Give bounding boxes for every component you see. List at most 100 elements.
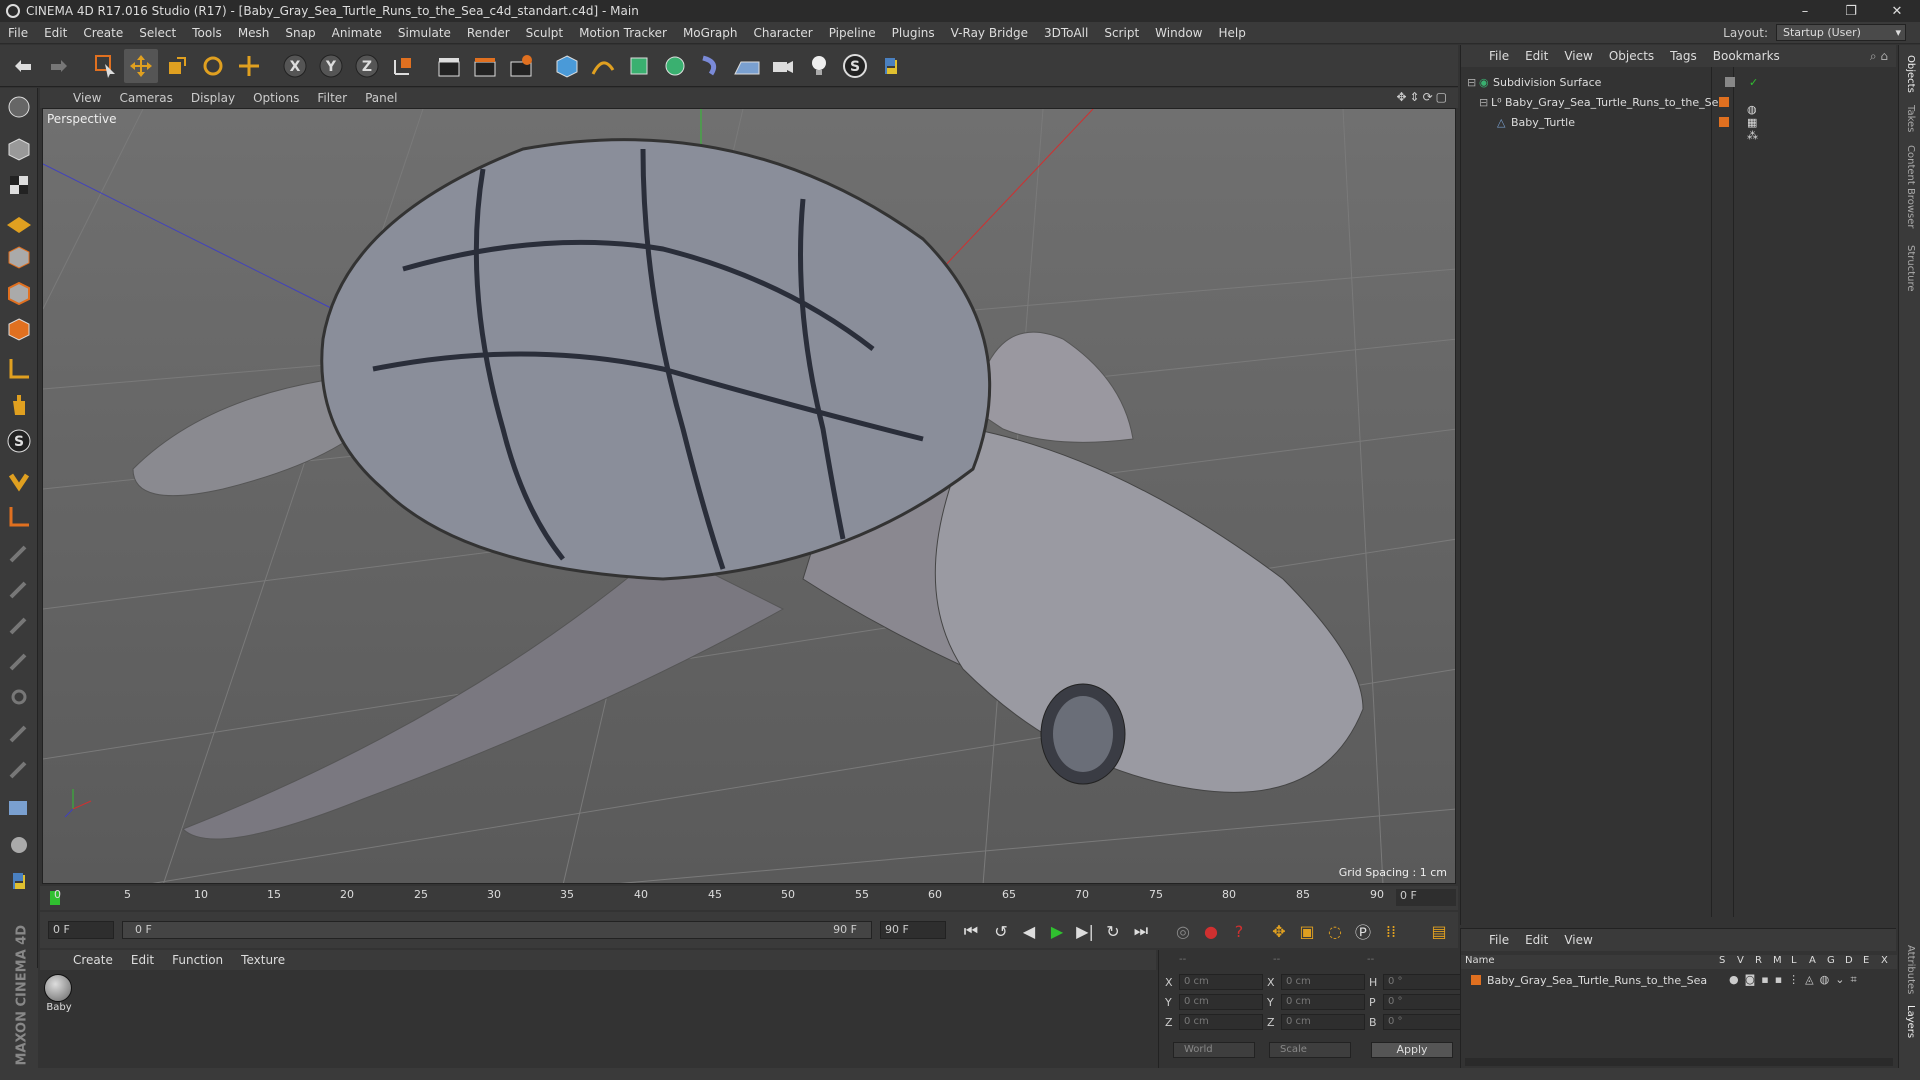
- enabled-check-icon[interactable]: ✓: [1749, 76, 1758, 89]
- python-button[interactable]: [874, 49, 908, 83]
- menu-vray-bridge[interactable]: V-Ray Bridge: [943, 26, 1036, 40]
- cube-object-button[interactable]: [550, 49, 584, 83]
- size-z-field[interactable]: 0 cm: [1281, 1014, 1365, 1030]
- apply-button[interactable]: Apply: [1371, 1042, 1453, 1058]
- menu-file[interactable]: File: [0, 26, 36, 40]
- layer-menu-view[interactable]: View: [1556, 933, 1600, 947]
- transform-tool-button[interactable]: [232, 49, 266, 83]
- key-off-button[interactable]: ◎: [1170, 918, 1196, 944]
- layer-row[interactable]: Baby_Gray_Sea_Turtle_Runs_to_the_Sea ●◙▪…: [1471, 971, 1857, 989]
- brush-tool-3[interactable]: [2, 608, 36, 642]
- workplane-mode-button[interactable]: [2, 204, 36, 238]
- coordinate-system-button[interactable]: [386, 49, 420, 83]
- deformer-button[interactable]: [694, 49, 728, 83]
- light-button[interactable]: [802, 49, 836, 83]
- sculpt-button[interactable]: [2, 828, 36, 862]
- current-frame-field[interactable]: 0 F: [1396, 889, 1456, 906]
- material-item[interactable]: Baby: [44, 974, 74, 1013]
- tab-attributes[interactable]: Attributes: [1905, 945, 1916, 994]
- obj-menu-view[interactable]: View: [1556, 49, 1600, 63]
- autokey-button[interactable]: ●: [1198, 918, 1224, 944]
- render-view-button[interactable]: [432, 49, 466, 83]
- move-tool-button[interactable]: [124, 48, 158, 83]
- tree-item-subdivision-surface[interactable]: ⊟ ◉ Subdivision Surface ✓: [1467, 73, 1758, 91]
- layout-select[interactable]: Startup (User): [1776, 24, 1906, 41]
- texture-tag-icon[interactable]: ◍ ▦ ⁂: [1747, 103, 1758, 142]
- close-button[interactable]: ✕: [1874, 0, 1920, 22]
- brush-tool-4[interactable]: [2, 644, 36, 678]
- menu-character[interactable]: Character: [745, 26, 820, 40]
- menu-sculpt[interactable]: Sculpt: [518, 26, 571, 40]
- menu-mograph[interactable]: MoGraph: [675, 26, 746, 40]
- texture-mode-button[interactable]: [2, 168, 36, 202]
- pos-y-field[interactable]: 0 cm: [1179, 994, 1263, 1010]
- pos-x-field[interactable]: 0 cm: [1179, 974, 1263, 990]
- floor-button[interactable]: [730, 49, 764, 83]
- search-icon[interactable]: ⌕ ⌂: [1870, 49, 1896, 64]
- magnet-button[interactable]: [2, 464, 36, 498]
- tweak-mode-button[interactable]: [2, 388, 36, 422]
- material-menu-edit[interactable]: Edit: [122, 953, 163, 967]
- next-frame-button[interactable]: ▶|: [1072, 918, 1098, 944]
- menu-animate[interactable]: Animate: [324, 26, 390, 40]
- model-mode-button[interactable]: [2, 132, 36, 166]
- obj-menu-edit[interactable]: Edit: [1517, 49, 1556, 63]
- goto-end-button[interactable]: ⏭: [1128, 918, 1154, 944]
- rot-h-field[interactable]: 0 °: [1383, 974, 1467, 990]
- obj-menu-tags[interactable]: Tags: [1662, 49, 1705, 63]
- menu-help[interactable]: Help: [1210, 26, 1253, 40]
- material-menu-create[interactable]: Create: [64, 953, 122, 967]
- preview-range-slider[interactable]: 0 F 90 F: [122, 921, 872, 939]
- start-frame-field[interactable]: 0 F: [48, 921, 114, 939]
- edit-render-settings-button[interactable]: [504, 49, 538, 83]
- rotate-tool-button[interactable]: [196, 49, 230, 83]
- menu-3dtoall[interactable]: 3DToAll: [1036, 26, 1096, 40]
- points-mode-button[interactable]: [2, 240, 36, 274]
- make-editable-button[interactable]: [2, 90, 36, 124]
- obj-menu-file[interactable]: File: [1481, 49, 1517, 63]
- brush-tool-1[interactable]: [2, 536, 36, 570]
- play-button[interactable]: ▶: [1044, 918, 1070, 944]
- material-menu-texture[interactable]: Texture: [232, 953, 294, 967]
- tree-item-baby-turtle[interactable]: △ Baby_Turtle ◍ ▦ ⁂: [1497, 103, 1758, 142]
- viewport-menu-cameras[interactable]: Cameras: [110, 91, 181, 105]
- z-axis-button[interactable]: Z: [350, 49, 384, 83]
- viewport-menu-filter[interactable]: Filter: [308, 91, 356, 105]
- edges-mode-button[interactable]: [2, 276, 36, 310]
- python-script-button[interactable]: [2, 864, 36, 898]
- record-key-button[interactable]: ↺: [988, 918, 1014, 944]
- y-axis-button[interactable]: Y: [314, 49, 348, 83]
- mograph-cloner-button[interactable]: [658, 49, 692, 83]
- collapse-icon[interactable]: ⊟: [1479, 96, 1491, 109]
- layer-toggle-icons[interactable]: ●◙▪▪⋮◬◍⌄⌗: [1729, 973, 1863, 987]
- visibility-dot[interactable]: [1725, 77, 1735, 87]
- brush-tool-6[interactable]: [2, 716, 36, 750]
- polygons-mode-button[interactable]: [2, 312, 36, 346]
- x-axis-button[interactable]: X: [278, 49, 312, 83]
- pos-z-field[interactable]: 0 cm: [1179, 1014, 1263, 1030]
- timeline-window-button[interactable]: ▤: [1426, 918, 1452, 944]
- menu-snap[interactable]: Snap: [277, 26, 323, 40]
- key-position-button[interactable]: ✥: [1266, 918, 1292, 944]
- end-frame-field[interactable]: 90 F: [880, 921, 946, 939]
- menu-render[interactable]: Render: [459, 26, 518, 40]
- render-picture-viewer-button[interactable]: [468, 49, 502, 83]
- 3d-viewport[interactable]: Perspective Grid Spacing : 1 cm: [42, 108, 1456, 884]
- pen-spline-button[interactable]: [586, 49, 620, 83]
- plugin-button[interactable]: S: [838, 49, 872, 83]
- key-rotation-button[interactable]: ◌: [1322, 918, 1348, 944]
- rot-b-field[interactable]: 0 °: [1383, 1014, 1467, 1030]
- viewport-menu-view[interactable]: View: [64, 91, 110, 105]
- minimize-button[interactable]: –: [1782, 0, 1828, 22]
- menu-pipeline[interactable]: Pipeline: [821, 26, 884, 40]
- layer-color-swatch[interactable]: [1719, 97, 1729, 107]
- menu-mesh[interactable]: Mesh: [230, 26, 278, 40]
- rot-p-field[interactable]: 0 °: [1383, 994, 1467, 1010]
- menu-simulate[interactable]: Simulate: [390, 26, 459, 40]
- brush-tool-7[interactable]: [2, 752, 36, 786]
- camera-button[interactable]: [766, 49, 800, 83]
- viewport-navigation-icons[interactable]: ✥⇕⟳▢: [1396, 90, 1450, 104]
- key-pla-button[interactable]: ⁞⁞: [1378, 918, 1404, 944]
- tree-item-baby-gray-sea-turtle[interactable]: ⊟ L⁰ Baby_Gray_Sea_Turtle_Runs_to_the_Se…: [1479, 93, 1729, 111]
- tab-content-browser[interactable]: Content Browser: [1905, 145, 1916, 228]
